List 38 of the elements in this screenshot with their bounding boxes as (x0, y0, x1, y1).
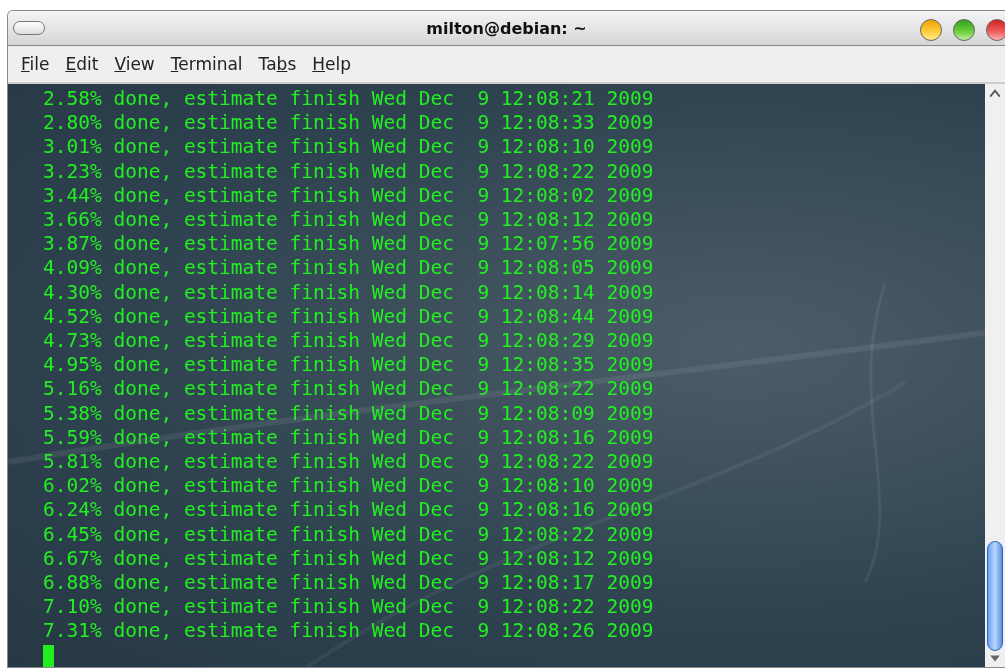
scroll-down-arrow-icon[interactable] (989, 653, 1001, 663)
menu-item[interactable]: Tabs (251, 52, 304, 76)
terminal-line: 5.16% done, estimate finish Wed Dec 9 12:08:22 2009 (43, 377, 654, 402)
scrollbar-thumb[interactable] (987, 541, 1003, 651)
terminal-line: 6.67% done, estimate finish Wed Dec 9 12:08:12 2009 (43, 546, 654, 572)
menu-item[interactable]: View (107, 52, 162, 76)
terminal-line: 5.59% done, estimate finish Wed Dec 9 12:08:16 2009 (43, 425, 654, 451)
terminal-line: 4.30% done, estimate finish Wed Dec 9 12:08:14 2009 (43, 280, 654, 305)
terminal-line: 5.81% done, estimate finish Wed Dec 9 12:08:22 2009 (43, 450, 654, 475)
terminal-line: 6.45% done, estimate finish Wed Dec 9 12:08:22 2009 (43, 522, 654, 547)
terminal-line: 3.01% done, estimate finish Wed Dec 9 12:08:10 2009 (43, 135, 654, 160)
menu-item[interactable]: Terminal (163, 52, 250, 76)
menu-item[interactable]: Edit (58, 52, 106, 76)
terminal-line: 4.95% done, estimate finish Wed Dec 9 12:08:35 2009 (43, 353, 654, 378)
terminal-line: 3.23% done, estimate finish Wed Dec 9 12:08:22 2009 (43, 159, 654, 184)
terminal-line: 5.38% done, estimate finish Wed Dec 9 12:08:09 2009 (43, 401, 654, 426)
terminal-line: 6.88% done, estimate finish Wed Dec 9 12:08:17 2009 (43, 571, 654, 596)
terminal-line: 4.52% done, estimate finish Wed Dec 9 12:08:44 2009 (43, 304, 654, 330)
terminal-line: 7.10% done, estimate finish Wed Dec 9 12:08:22 2009 (43, 595, 654, 620)
text-cursor (43, 644, 54, 667)
minimize-button[interactable] (920, 19, 942, 41)
scrollbar[interactable] (985, 84, 1005, 667)
terminal-line: 4.73% done, estimate finish Wed Dec 9 12:08:29 2009 (43, 329, 654, 354)
window-menu-button[interactable] (13, 21, 45, 35)
terminal-line: 7.31% done, estimate finish Wed Dec 9 12:08:26 2009 (43, 619, 654, 644)
terminal-line: 6.02% done, estimate finish Wed Dec 9 12:08:10 2009 (43, 474, 654, 499)
terminal-line: 4.09% done, estimate finish Wed Dec 9 12:08:05 2009 (43, 256, 654, 281)
window-title: milton@debian: ~ (426, 18, 587, 38)
terminal-line: 3.66% done, estimate finish Wed Dec 9 12:08:12 2009 (43, 208, 654, 233)
close-button[interactable] (986, 19, 1005, 41)
terminal-line: 2.58% done, estimate finish Wed Dec 9 12:08:21 2009 (43, 87, 654, 112)
maximize-button[interactable] (953, 19, 975, 41)
menu-item[interactable]: Help (305, 52, 359, 76)
terminal-line: 3.87% done, estimate finish Wed Dec 9 12:07:56 2009 (43, 232, 654, 257)
terminal-line: 2.80% done, estimate finish Wed Dec 9 12:08:33 2009 (43, 111, 654, 136)
menu-item[interactable]: File (14, 52, 57, 76)
terminal-line: 6.24% done, estimate finish Wed Dec 9 12:08:16 2009 (43, 498, 654, 523)
terminal-line: 3.44% done, estimate finish Wed Dec 9 12:08:02 2009 (43, 183, 654, 208)
